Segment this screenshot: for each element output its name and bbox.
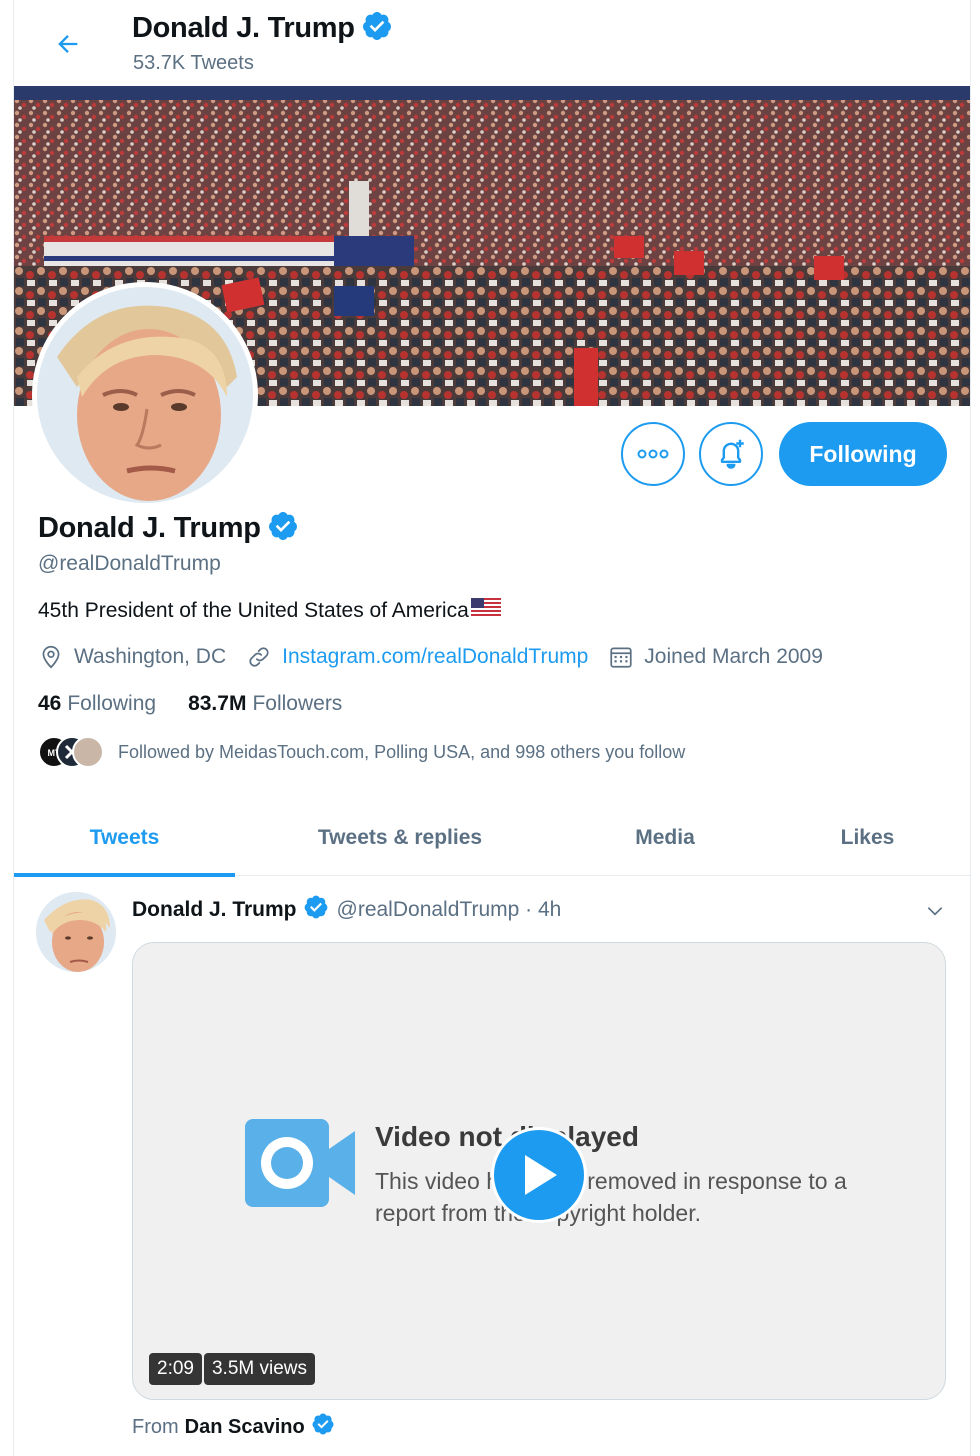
profile-website[interactable]: Instagram.com/realDonaldTrump [246,644,588,670]
followers-count-link[interactable]: 83.7M Followers [188,692,342,716]
chevron-down-icon [927,907,943,916]
follow-counts: 46 Following 83.7M Followers [38,692,374,716]
profile-name: Donald J. Trump [38,512,261,544]
profile-name-row: Donald J. Trump [38,510,299,547]
tweet-menu-button[interactable] [922,898,948,924]
tweet-video[interactable]: Video not displayed This video has been … [132,942,946,1400]
link-icon [249,647,269,667]
verified-badge-icon [311,1412,335,1442]
profile-location: Washington, DC [38,644,226,670]
profile-avatar[interactable] [32,282,258,508]
play-icon [525,1155,557,1195]
following-button[interactable]: Following [779,422,947,486]
avatar [72,736,104,768]
profile-page: Donald J. Trump 53.7K Tweets Following D… [13,0,971,1456]
following-count-link[interactable]: 46 Following [38,692,156,716]
profile-handle: @realDonaldTrump [38,552,221,575]
tweet-header: Donald J. Trump @realDonaldTrump · 4h [132,894,561,926]
followed-by-avatars: MT [38,736,104,768]
followers-label: Followers [252,692,343,715]
video-badges: 2:09 3.5M views [149,1353,316,1385]
tweet-handle-time[interactable]: @realDonaldTrump · 4h [337,898,562,922]
website-link[interactable]: Instagram.com/realDonaldTrump [282,645,588,669]
video-views: 3.5M views [203,1353,316,1385]
followers-count: 83.7M [188,692,247,715]
notifications-button[interactable] [699,422,763,486]
from-label: From [132,1415,179,1438]
profile-joined: Joined March 2009 [608,644,823,670]
profile-bio: 45th President of the United States of A… [38,598,501,624]
tweet-source: From Dan Scavino [132,1412,335,1442]
location-icon [42,645,60,669]
followed-by-text: Followed by MeidasTouch.com, Polling USA… [118,741,686,762]
back-arrow-icon [58,35,78,53]
play-button[interactable] [491,1127,587,1223]
verified-badge-icon [267,510,299,547]
location-text: Washington, DC [74,645,227,668]
following-label: Following [67,692,157,715]
video-camera-icon [245,1119,357,1212]
following-count: 46 [38,692,62,715]
tab-tweets[interactable]: Tweets [14,800,235,877]
profile-meta: Washington, DC Instagram.com/realDonaldT… [38,644,843,670]
from-name[interactable]: Dan Scavino [185,1416,305,1439]
verified-badge-icon [361,10,393,47]
header-name: Donald J. Trump [132,12,355,44]
tweet-avatar[interactable] [36,892,116,972]
header-tweet-count: 53.7K Tweets [133,52,254,74]
tab-likes[interactable]: Likes [765,800,970,876]
verified-badge-icon [303,894,329,926]
notification-bell-icon [720,439,744,469]
video-duration: 2:09 [149,1353,202,1385]
profile-tabs: Tweets Tweets & replies Media Likes [14,800,970,877]
tab-tweets-replies[interactable]: Tweets & replies [235,800,565,876]
header-title: Donald J. Trump [132,10,393,47]
tab-media[interactable]: Media [565,800,765,876]
joined-text: Joined March 2009 [644,645,823,668]
tweet-author-name[interactable]: Donald J. Trump [132,898,297,922]
calendar-icon [610,647,632,668]
profile-bio-text: 45th President of the United States of A… [38,599,469,622]
back-button[interactable] [48,24,88,64]
more-options-button[interactable] [621,422,685,486]
followed-by[interactable]: MT Followed by MeidasTouch.com, Polling … [38,736,685,768]
more-icon [637,449,669,459]
us-flag-icon [470,598,501,624]
video-unavailable-text: This video has been removed in response … [375,1168,847,1226]
